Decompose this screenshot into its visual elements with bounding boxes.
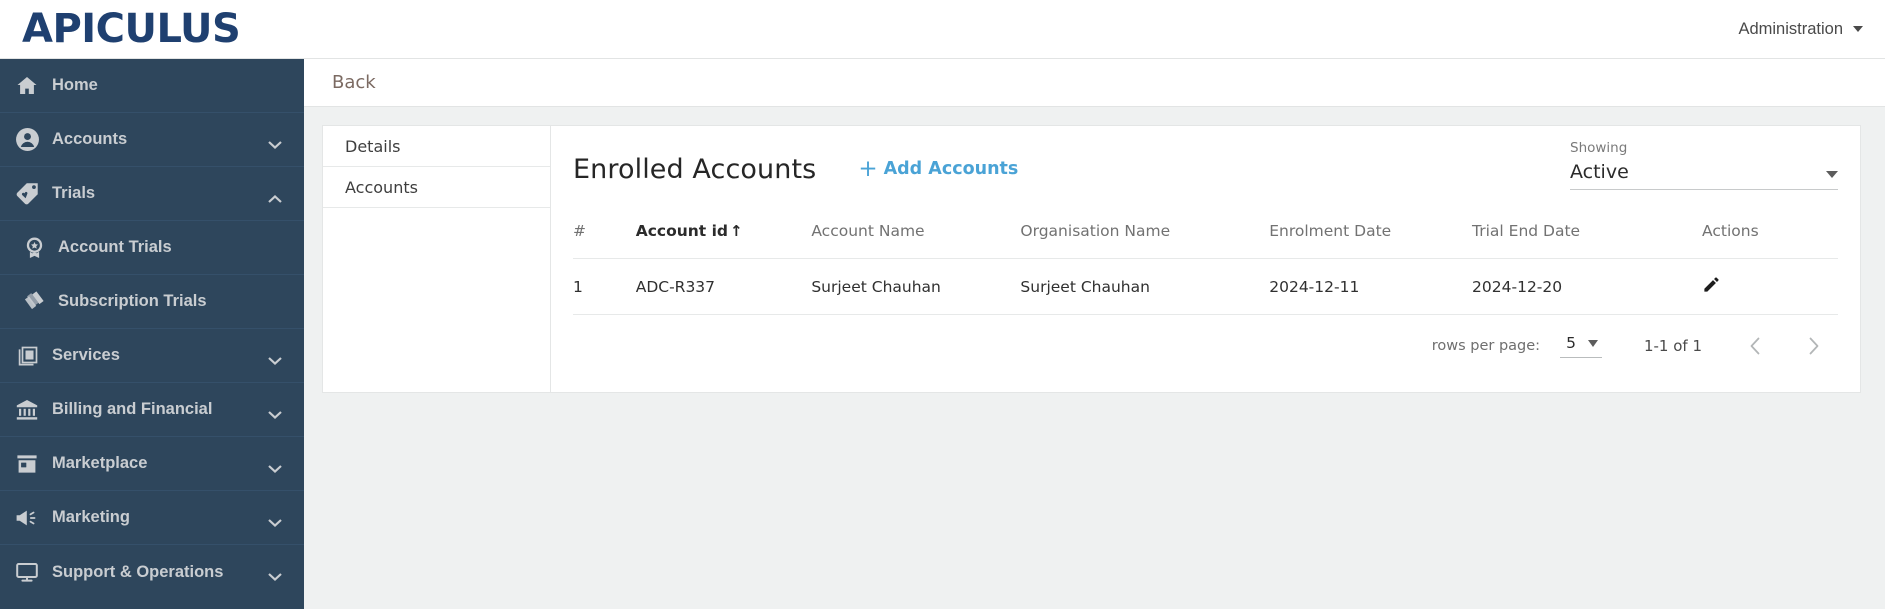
- user-circle-icon: [14, 127, 40, 153]
- chevron-down-icon: [268, 568, 282, 581]
- sidebar-item-account-trials[interactable]: Account Trials: [0, 221, 304, 275]
- sidebar-item-label: Account Trials: [58, 238, 172, 256]
- brand-logo[interactable]: APICULUS: [0, 6, 241, 52]
- column-header-organisation-name[interactable]: Organisation Name: [1020, 212, 1270, 259]
- cell-account-id: ADC-R337: [635, 258, 812, 315]
- column-label: #: [573, 222, 586, 240]
- administration-menu[interactable]: Administration: [1738, 20, 1885, 39]
- tab-accounts[interactable]: Accounts: [323, 167, 550, 208]
- layers-image-icon: [14, 343, 40, 369]
- sidebar-item-label: Support & Operations: [52, 562, 224, 581]
- add-accounts-button[interactable]: + Add Accounts: [858, 155, 1019, 182]
- sidebar-item-label: Accounts: [52, 130, 128, 148]
- sidebar: Home Accounts Trials Account Trials Subs…: [0, 59, 304, 609]
- column-header-account-name[interactable]: Account Name: [811, 212, 1021, 259]
- sidebar-item-label: Marketplace: [52, 454, 148, 472]
- column-label: Enrolment Date: [1269, 222, 1392, 240]
- sidebar-item-billing-and-financial[interactable]: Billing and Financial: [0, 383, 304, 437]
- chevron-down-icon: [268, 351, 282, 365]
- column-label: Organisation Name: [1020, 222, 1171, 240]
- rows-per-page-label: rows per page:: [1431, 338, 1541, 354]
- app-root: APICULUS Administration Home Accounts Tr…: [0, 0, 1885, 609]
- previous-page-button[interactable]: [1744, 335, 1766, 357]
- column-header-number[interactable]: #: [573, 212, 636, 259]
- next-page-button[interactable]: [1802, 335, 1824, 357]
- rows-per-page-select[interactable]: 5: [1560, 334, 1602, 358]
- caret-down-icon: [1853, 26, 1863, 32]
- showing-value: Active: [1570, 161, 1629, 183]
- tab-details[interactable]: Details: [323, 126, 550, 167]
- sidebar-item-services[interactable]: Services: [0, 329, 304, 383]
- sidebar-item-marketplace[interactable]: Marketplace: [0, 437, 304, 491]
- logo-text: APICULUS: [22, 6, 241, 52]
- column-header-trial-end-date[interactable]: Trial End Date: [1472, 212, 1703, 259]
- enrolled-accounts-card: Enrolled Accounts + Add Accounts Showing…: [551, 125, 1861, 393]
- sidebar-item-label: Billing and Financial: [52, 400, 213, 418]
- bank-icon: [14, 397, 40, 423]
- caret-down-icon: [1587, 339, 1598, 347]
- plus-icon: +: [858, 155, 878, 182]
- column-label: Account id: [635, 222, 729, 240]
- column-label: Actions: [1702, 222, 1759, 240]
- content-row: Details Accounts Enrolled Accounts + Add…: [304, 107, 1885, 393]
- back-button[interactable]: Back: [332, 72, 376, 93]
- badge-star-icon: [22, 236, 46, 260]
- pagination-range: 1-1 of 1: [1643, 337, 1702, 355]
- sidebar-item-accounts[interactable]: Accounts: [0, 113, 304, 167]
- column-header-enrolment-date[interactable]: Enrolment Date: [1269, 212, 1473, 259]
- cell-organisation-name: Surjeet Chauhan: [1020, 258, 1270, 315]
- table-row[interactable]: 1 ADC-R337 Surjeet Chauhan Surjeet Chauh…: [573, 258, 1838, 315]
- caret-down-icon: [1826, 171, 1838, 178]
- sidebar-item-label: Subscription Trials: [58, 292, 207, 310]
- page-title: Enrolled Accounts: [573, 153, 817, 185]
- sidebar-item-label: Home: [52, 76, 98, 94]
- showing-label: Showing: [1570, 140, 1628, 156]
- sidebar-item-trials[interactable]: Trials: [0, 167, 304, 221]
- megaphone-icon: [14, 505, 40, 531]
- main-content: Back Details Accounts Enrolled Accounts …: [304, 59, 1885, 609]
- top-bar: APICULUS Administration: [0, 0, 1885, 59]
- enrolled-accounts-table: # Account id ↑ Account Name Organisation …: [573, 212, 1838, 315]
- sidebar-item-subscription-trials[interactable]: Subscription Trials: [0, 275, 304, 329]
- sidebar-item-label: Trials: [52, 184, 96, 202]
- sidebar-item-support-and-operations[interactable]: Support & Operations: [0, 545, 304, 599]
- storefront-icon: [14, 451, 40, 477]
- rows-per-page-value: 5: [1566, 334, 1576, 352]
- table-header: # Account id ↑ Account Name Organisation …: [573, 212, 1838, 259]
- chevron-down-icon: [268, 135, 282, 149]
- table-pagination: rows per page: 5 1-1 of 1: [573, 315, 1838, 377]
- cell-number: 1: [573, 258, 636, 315]
- table-header-row: # Account id ↑ Account Name Organisation …: [573, 212, 1838, 259]
- column-header-actions: Actions: [1702, 212, 1838, 259]
- column-label: Trial End Date: [1472, 222, 1581, 240]
- cell-trial-end-date: 2024-12-20: [1472, 258, 1703, 315]
- chevron-up-icon: [268, 189, 282, 203]
- sidebar-item-label: Marketing: [52, 508, 130, 526]
- chevron-down-icon: [268, 459, 282, 473]
- cards-stack-icon: [22, 290, 46, 314]
- cell-account-name: Surjeet Chauhan: [811, 258, 1021, 315]
- add-accounts-label: Add Accounts: [883, 159, 1019, 179]
- card-header: Enrolled Accounts + Add Accounts Showing…: [573, 126, 1838, 212]
- chevron-down-icon: [268, 405, 282, 419]
- showing-select[interactable]: Active: [1570, 161, 1838, 190]
- cell-actions: [1702, 258, 1838, 315]
- chevron-down-icon: [268, 513, 282, 527]
- monitor-icon: [14, 559, 40, 585]
- sort-ascending-icon: ↑: [730, 222, 743, 240]
- column-label: Account Name: [811, 222, 925, 240]
- detail-tab-panel: Details Accounts: [322, 125, 551, 393]
- sidebar-item-label: Services: [52, 346, 120, 364]
- sidebar-item-home[interactable]: Home: [0, 59, 304, 113]
- home-icon: [14, 73, 40, 99]
- tag-heart-icon: [14, 181, 40, 207]
- pencil-edit-icon[interactable]: [1702, 275, 1721, 294]
- cell-enrolment-date: 2024-12-11: [1269, 258, 1473, 315]
- showing-filter: Showing Active: [1570, 140, 1838, 190]
- table-body: 1 ADC-R337 Surjeet Chauhan Surjeet Chauh…: [573, 258, 1838, 315]
- column-header-account-id[interactable]: Account id ↑: [635, 212, 812, 259]
- back-bar: Back: [304, 59, 1885, 107]
- administration-label: Administration: [1738, 19, 1843, 38]
- sidebar-item-marketing[interactable]: Marketing: [0, 491, 304, 545]
